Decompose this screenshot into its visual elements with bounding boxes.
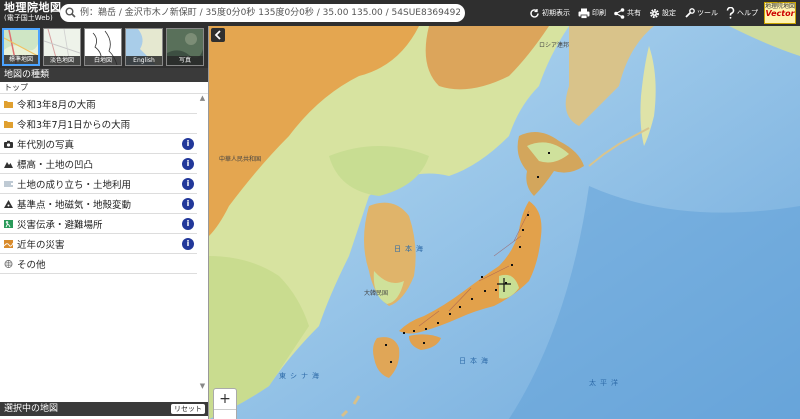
zoom-out-button[interactable]: − (214, 409, 236, 419)
reset-view-icon (530, 8, 539, 18)
reset-view-label: 初期表示 (542, 9, 570, 17)
sea-label-japan-sea-south: 日本海 (459, 357, 492, 365)
breadcrumb[interactable]: トップ (0, 82, 208, 94)
list-item-land-use[interactable]: 土地の成り立ち・土地利用 i (0, 174, 197, 194)
info-button[interactable]: i (182, 198, 194, 210)
basemap-standard[interactable]: 標準地図 (2, 28, 40, 66)
print-label: 印刷 (592, 9, 606, 17)
folder-icon (4, 120, 13, 128)
basemap-blank[interactable]: 白地図 (84, 28, 122, 66)
scroll-down-icon[interactable]: ▼ (198, 382, 207, 391)
list-item-elevation[interactable]: 標高・土地の凹凸 i (0, 154, 197, 174)
search-icon[interactable] (65, 7, 76, 18)
list-item-label: 基準点・地磁気・地殻変動 (17, 199, 132, 211)
list-item-label: その他 (17, 259, 46, 271)
help-button[interactable]: ヘルプ (726, 7, 758, 19)
gear-icon (649, 8, 660, 18)
map-type-list: 令和3年8月の大雨 令和3年7月1日からの大雨 年代別の写真 i 標高・土地の凹… (0, 94, 208, 274)
settings-label: 設定 (662, 9, 676, 17)
share-button[interactable]: 共有 (614, 7, 641, 19)
zoom-in-button[interactable]: + (214, 389, 236, 409)
search-box[interactable] (60, 4, 465, 22)
basemap-photo-label: 写真 (167, 56, 203, 65)
app-title: 地理院地図 (4, 1, 62, 14)
list-item-label: 標高・土地の凹凸 (17, 159, 94, 171)
sidebar: 標準地図 淡色地図 白地図 English 写真 地図の種類 トップ 令和3年8… (0, 26, 209, 419)
tools-button[interactable]: ツール (684, 7, 718, 19)
list-item-label: 土地の成り立ち・土地利用 (17, 179, 132, 191)
toolbar: 初期表示 印刷 共有 設定 ツール ヘルプ 地理院地図 Vector (521, 0, 796, 26)
basemap-photo[interactable]: 写真 (166, 28, 204, 66)
print-button[interactable]: 印刷 (578, 8, 606, 19)
list-item-recent-disasters[interactable]: 近年の災害 i (0, 234, 197, 254)
basemap-pale-label: 淡色地図 (44, 56, 80, 65)
info-button[interactable]: i (182, 238, 194, 250)
chevron-left-icon (214, 30, 221, 40)
list-item-label: 災害伝承・避難場所 (17, 219, 103, 231)
list-item-heavy-rain-aug[interactable]: 令和3年8月の大雨 (0, 94, 197, 114)
help-icon (726, 7, 735, 19)
list-item-label: 令和3年7月1日からの大雨 (17, 119, 131, 131)
header-bar: 地理院地図 (電子国土Web) 初期表示 印刷 共有 設定 ツール (0, 0, 800, 26)
collapse-sidebar-button[interactable] (211, 28, 225, 42)
place-label-russia: ロシア連邦 (539, 42, 570, 49)
list-item-disaster-lore[interactable]: 災害伝承・避難場所 i (0, 214, 197, 234)
sea-label-japan-sea: 日本海 (394, 245, 427, 253)
layers-icon (4, 180, 13, 187)
share-icon (614, 7, 625, 19)
list-item-heavy-rain-jul[interactable]: 令和3年7月1日からの大雨 (0, 114, 197, 134)
place-label-china: 中華人民共和国 (219, 156, 262, 163)
tools-icon (685, 7, 695, 18)
list-item-label: 令和3年8月の大雨 (17, 99, 96, 111)
tools-label: ツール (697, 9, 718, 17)
selected-maps-title: 選択中の地図 (4, 404, 59, 414)
info-button[interactable]: i (182, 138, 194, 150)
print-icon (578, 8, 590, 19)
reset-view-button[interactable]: 初期表示 (529, 8, 570, 19)
basemap-thumbnails: 標準地図 淡色地図 白地図 English 写真 (0, 26, 208, 68)
settings-button[interactable]: 設定 (649, 8, 676, 19)
survey-point-icon (4, 199, 13, 208)
basemap-pale[interactable]: 淡色地図 (43, 28, 81, 66)
app-subtitle: (電子国土Web) (4, 14, 53, 22)
basemap-english-label: English (126, 56, 162, 65)
map-types-heading: 地図の種類 (0, 68, 208, 82)
list-item-photos-by-era[interactable]: 年代別の写真 i (0, 134, 197, 154)
sea-label-east-china-sea: 東シナ海 (279, 372, 323, 380)
vector-logo[interactable]: 地理院地図 Vector (764, 2, 796, 24)
camera-icon (4, 140, 13, 148)
basemap-english[interactable]: English (125, 28, 163, 66)
folder-icon (4, 100, 13, 108)
basemap-standard-label: 標準地図 (4, 55, 38, 64)
reset-button[interactable]: リセット (171, 404, 205, 414)
info-button[interactable]: i (182, 178, 194, 190)
selected-maps-heading: 選択中の地図 リセット (0, 402, 208, 416)
map-canvas[interactable]: 日本海 日本海 太平洋 東シナ海 中華人民共和国 ロシア連邦 大韓民国 + − (209, 26, 800, 419)
list-item-label: 年代別の写真 (17, 139, 75, 151)
app-logo[interactable]: 地理院地図 (電子国土Web) (4, 2, 62, 24)
mountain-icon (4, 161, 13, 168)
scroll-up-icon[interactable]: ▲ (198, 94, 207, 103)
share-label: 共有 (627, 9, 641, 17)
info-button[interactable]: i (182, 218, 194, 230)
list-item-other[interactable]: その他 (0, 254, 197, 274)
globe-icon (4, 259, 13, 268)
help-label: ヘルプ (737, 9, 758, 17)
list-item-label: 近年の災害 (17, 239, 65, 251)
sidebar-scrollbar[interactable]: ▲ ▼ (198, 94, 207, 394)
list-item-survey-points[interactable]: 基準点・地磁気・地殻変動 i (0, 194, 197, 214)
sea-label-pacific: 太平洋 (589, 379, 622, 387)
info-button[interactable]: i (182, 158, 194, 170)
disaster-icon (4, 239, 13, 248)
place-label-korea: 大韓民国 (364, 290, 389, 297)
evacuation-icon (4, 219, 13, 228)
vector-logo-word: Vector (765, 9, 795, 18)
zoom-control: + − (213, 388, 237, 419)
basemap-blank-label: 白地図 (85, 56, 121, 65)
search-input[interactable] (80, 5, 460, 21)
relief-map (209, 26, 800, 419)
